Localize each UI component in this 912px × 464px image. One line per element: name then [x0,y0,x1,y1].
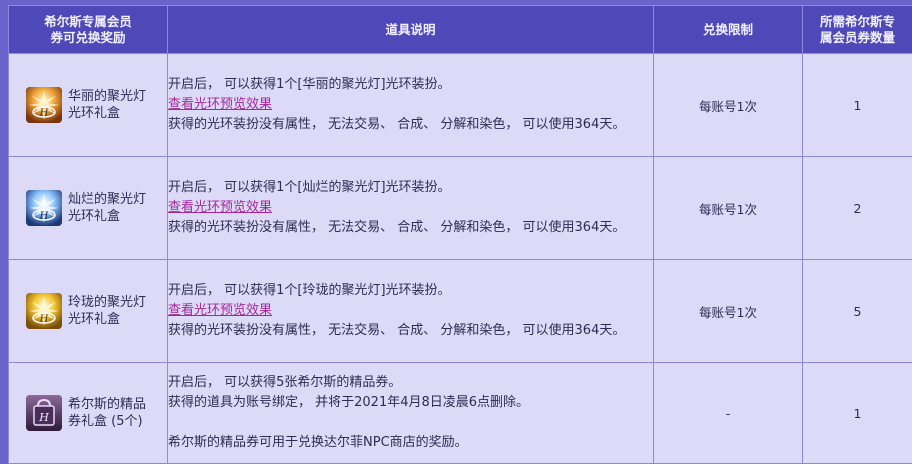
reward-item-name: 灿烂的聚光灯 光环礼盒 [68,192,147,224]
description-line: 获得的道具为账号绑定， 并将于2021年4月8日凌晨6点删除。 [168,395,530,410]
reward-item-name: 华丽的聚光灯 光环礼盒 [68,89,147,121]
table-header-row: 希尔斯专属会员 券可兑换奖励 道具说明 兑换限制 所需希尔斯专 属会员券数量 [8,5,912,54]
table-row: H 华丽的聚光灯 光环礼盒 开启后， 可以获得1个[华丽的聚光灯]光环装扮。 查… [8,53,912,157]
header-cost-text: 所需希尔斯专 属会员券数量 [819,13,895,45]
svg-text:H: H [38,411,49,424]
table-row: H 玲珑的聚光灯 光环礼盒 开启后， 可以获得1个[玲珑的聚光灯]光环装扮。 查… [8,259,912,363]
reward-cell: H 玲珑的聚光灯 光环礼盒 [8,259,168,363]
limit-cell: 每账号1次 [653,156,803,260]
description-line: 获得的光环装扮没有属性， 无法交易、 合成、 分解和染色， 可以使用364天。 [168,323,626,338]
reward-item-name: 玲珑的聚光灯 光环礼盒 [68,295,147,327]
reward-cell: H 灿烂的聚光灯 光环礼盒 [8,156,168,260]
yellow-spotlight-box-icon: H [26,293,62,329]
header-reward-text: 希尔斯专属会员 券可兑换奖励 [44,13,132,45]
svg-text:H: H [39,314,49,325]
page-background: 希尔斯专属会员 券可兑换奖励 道具说明 兑换限制 所需希尔斯专 属会员券数量 H… [0,0,912,464]
limit-cell: 每账号1次 [653,259,803,363]
reward-cell: H 希尔斯的精品 券礼盒 (5个) [8,362,168,464]
header-limit: 兑换限制 [653,5,803,54]
description-cell: 开启后， 可以获得1个[灿烂的聚光灯]光环装扮。 查看光环预览效果 获得的光环装… [167,156,654,260]
preview-link[interactable]: 查看光环预览效果 [168,303,272,318]
header-reward: 希尔斯专属会员 券可兑换奖励 [8,5,168,54]
cost-cell: 1 [802,53,912,157]
header-description: 道具说明 [167,5,654,54]
reward-item: H 希尔斯的精品 券礼盒 (5个) [9,363,167,463]
preview-link[interactable]: 查看光环预览效果 [168,200,272,215]
svg-text:H: H [39,108,49,119]
description-line: 获得的光环装扮没有属性， 无法交易、 合成、 分解和染色， 可以使用364天。 [168,117,626,132]
reward-item: H 灿烂的聚光灯 光环礼盒 [9,157,167,259]
reward-item: H 华丽的聚光灯 光环礼盒 [9,54,167,156]
header-limit-text: 兑换限制 [702,21,753,37]
reward-cell: H 华丽的聚光灯 光环礼盒 [8,53,168,157]
description-cell: 开启后， 可以获得5张希尔斯的精品券。 获得的道具为账号绑定， 并将于2021年… [167,362,654,464]
purple-ticket-box-icon: H [26,395,62,431]
table-row: H 希尔斯的精品 券礼盒 (5个) 开启后， 可以获得5张希尔斯的精品券。 获得… [8,362,912,464]
reward-item-name: 希尔斯的精品 券礼盒 (5个) [68,397,147,429]
description-line: 开启后， 可以获得1个[玲珑的聚光灯]光环装扮。 [168,283,451,298]
limit-cell: 每账号1次 [653,53,803,157]
blue-spotlight-box-icon: H [26,190,62,226]
limit-cell: - [653,362,803,464]
reward-item: H 玲珑的聚光灯 光环礼盒 [9,260,167,362]
description-line: 获得的光环装扮没有属性， 无法交易、 合成、 分解和染色， 可以使用364天。 [168,220,626,235]
cost-cell: 1 [802,362,912,464]
table-row: H 灿烂的聚光灯 光环礼盒 开启后， 可以获得1个[灿烂的聚光灯]光环装扮。 查… [8,156,912,260]
header-description-text: 道具说明 [385,21,436,37]
description-cell: 开启后， 可以获得1个[玲珑的聚光灯]光环装扮。 查看光环预览效果 获得的光环装… [167,259,654,363]
gold-spotlight-box-icon: H [26,87,62,123]
cost-cell: 2 [802,156,912,260]
header-cost: 所需希尔斯专 属会员券数量 [802,5,912,54]
cost-cell: 5 [802,259,912,363]
description-line: 开启后， 可以获得1个[灿烂的聚光灯]光环装扮。 [168,180,451,195]
preview-link[interactable]: 查看光环预览效果 [168,97,272,112]
description-line: 开启后， 可以获得1个[华丽的聚光灯]光环装扮。 [168,77,451,92]
svg-text:H: H [39,211,49,222]
reward-exchange-table: 希尔斯专属会员 券可兑换奖励 道具说明 兑换限制 所需希尔斯专 属会员券数量 H… [8,5,912,464]
description-line: 开启后， 可以获得5张希尔斯的精品券。 [168,375,402,390]
description-cell: 开启后， 可以获得1个[华丽的聚光灯]光环装扮。 查看光环预览效果 获得的光环装… [167,53,654,157]
description-line: 希尔斯的精品券可用于兑换达尔菲NPC商店的奖励。 [168,435,468,450]
